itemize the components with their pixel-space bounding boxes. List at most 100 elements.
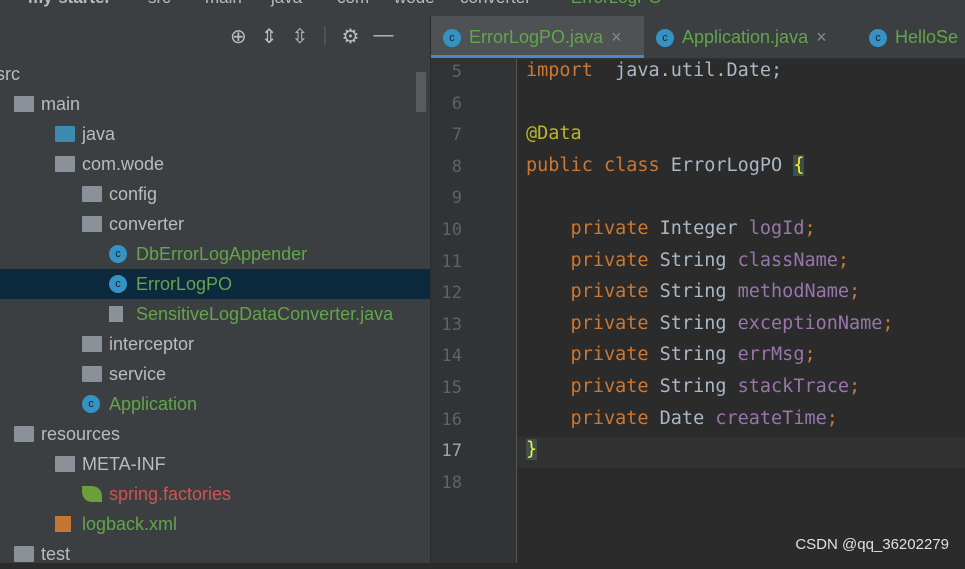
folder-icon: [14, 546, 34, 562]
project-toolbar: ⊕ ⇕ ⇳ | ⚙ —: [230, 24, 393, 49]
tree-item-label: service: [109, 364, 167, 384]
tree-item[interactable]: c Application: [0, 389, 430, 419]
code-line: private String className;: [526, 250, 849, 271]
code-token: Date: [659, 407, 716, 429]
package-icon: [55, 156, 75, 172]
code-token: String: [659, 249, 738, 271]
tree-item[interactable]: SensitiveLogDataConverter.java: [0, 299, 430, 329]
code-token: public class: [526, 154, 671, 176]
folder-icon: [14, 96, 34, 112]
line-number: 7: [451, 125, 462, 146]
tab-errorlogpo-java[interactable]: c ErrorLogPO.java ×: [431, 16, 644, 58]
tree-item[interactable]: ⌄converter: [0, 209, 430, 239]
tree-item-label: META-INF: [82, 454, 166, 474]
tree-item-label: main: [41, 94, 81, 114]
code-token: className: [737, 249, 838, 271]
tree-item-label: logback.xml: [82, 514, 178, 534]
minimize-icon[interactable]: —: [373, 24, 393, 49]
line-number: 5: [451, 62, 462, 82]
tree-item-label: config: [109, 184, 158, 204]
code-token: String: [659, 281, 738, 303]
folder-icon: [14, 426, 34, 442]
line-number: 14: [441, 346, 462, 367]
code-token: private: [526, 376, 660, 397]
tree-item-label: test: [41, 544, 71, 564]
code-line: private String errMsg;: [526, 344, 816, 365]
expand-all-icon[interactable]: ⇕: [261, 24, 278, 49]
code-token: java.util.Date;: [592, 60, 783, 81]
divider: |: [322, 24, 328, 46]
locate-icon[interactable]: ⊕: [230, 24, 247, 49]
class-icon: c: [443, 29, 461, 48]
code-token: methodName: [737, 281, 850, 303]
xml-file-icon: [55, 516, 71, 532]
tree-item[interactable]: ⌄META-INF: [0, 449, 430, 479]
line-number: 6: [451, 93, 462, 114]
folder-blue-icon: [55, 126, 75, 142]
code-token: import: [526, 60, 593, 81]
code-token: ErrorLogPO: [670, 154, 794, 176]
tree-item[interactable]: c DbErrorLogAppender: [0, 239, 430, 269]
package-icon: [82, 186, 102, 202]
code-token: String: [659, 376, 738, 397]
tree-item-label: SensitiveLogDataConverter.java: [136, 304, 394, 324]
code-token: private: [526, 312, 660, 334]
project-tree[interactable]: ⊕ ⇕ ⇳ | ⚙ — srcmainjava⌄com.wode›config⌄…: [0, 16, 431, 564]
package-icon: [82, 336, 102, 352]
package-icon: [82, 366, 102, 382]
tree-item[interactable]: ⌄com.wode: [0, 149, 430, 179]
tab-hellose[interactable]: c HelloSe: [857, 16, 965, 58]
tree-scrollbar[interactable]: [416, 72, 426, 112]
line-number: 10: [441, 220, 462, 240]
code-token: }: [526, 439, 538, 461]
tree-item[interactable]: spring.factories: [0, 479, 430, 509]
tree-item[interactable]: c ErrorLogPO: [0, 269, 430, 299]
tree-item-label: Application: [109, 394, 198, 414]
code-token: private: [526, 407, 660, 429]
tab-application-java[interactable]: c Application.java ×: [644, 16, 857, 58]
close-tab-icon[interactable]: ×: [816, 27, 827, 47]
class-icon: c: [109, 245, 127, 263]
collapse-all-icon[interactable]: ⇳: [292, 24, 309, 49]
tree-item-label: converter: [109, 214, 185, 234]
tree-item-label: spring.factories: [109, 484, 232, 504]
code-token: stackTrace: [737, 376, 850, 397]
class-icon: c: [109, 275, 127, 293]
tree-item[interactable]: ›config: [0, 179, 430, 209]
line-number: 8: [451, 156, 462, 177]
line-number: 11: [441, 251, 462, 272]
class-icon: c: [869, 29, 887, 48]
tree-item[interactable]: ›service: [0, 359, 430, 389]
code-line: private String stackTrace;: [526, 376, 861, 397]
code-line: import java.util.Date;: [526, 60, 782, 81]
tab-label: ErrorLogPO.java: [469, 27, 604, 47]
code-token: ;: [849, 281, 861, 303]
tree-item[interactable]: src: [0, 59, 430, 89]
tab-label: Application.java: [682, 27, 809, 47]
tree-item[interactable]: ›interceptor: [0, 329, 430, 359]
line-number: 18: [441, 472, 462, 493]
close-tab-icon[interactable]: ×: [611, 27, 622, 47]
code-token: ;: [804, 344, 816, 366]
code-token: String: [659, 312, 738, 334]
line-number: 15: [441, 378, 462, 398]
code-token: exceptionName: [737, 312, 883, 334]
line-number: 13: [441, 314, 462, 335]
tree-item-label: src: [0, 64, 20, 84]
code-token: @Data: [526, 123, 582, 145]
tree-item[interactable]: logback.xml: [0, 509, 430, 539]
line-number: 16: [441, 409, 462, 430]
line-number: 9: [451, 188, 462, 209]
code-token: private: [526, 218, 660, 239]
code-token: {: [793, 154, 805, 176]
code-line: }: [526, 439, 538, 461]
code-token: private: [526, 281, 660, 303]
tree-item[interactable]: test: [0, 539, 430, 569]
code-token: ;: [837, 249, 850, 271]
tree-item[interactable]: main: [0, 89, 430, 119]
gear-icon[interactable]: ⚙: [342, 24, 360, 49]
tree-item-label: com.wode: [82, 154, 165, 174]
code-token: ;: [882, 312, 894, 334]
tree-item-label: resources: [41, 424, 121, 444]
folder-icon: [55, 456, 75, 472]
